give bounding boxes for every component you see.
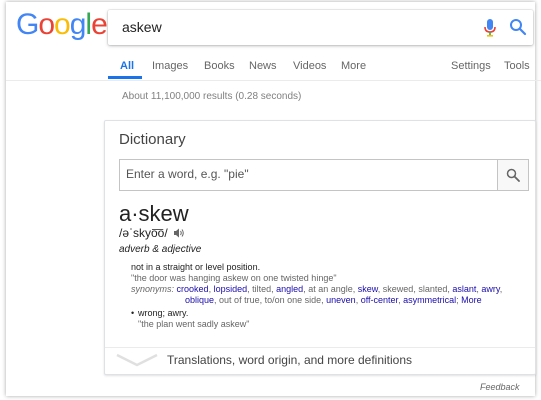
chevron-down-icon bbox=[116, 353, 158, 367]
more-synonyms-link[interactable]: More bbox=[461, 295, 482, 305]
tab-images[interactable]: Images bbox=[152, 60, 188, 72]
synonym-link[interactable]: uneven bbox=[326, 295, 356, 305]
part-of-speech: adverb & adjective bbox=[119, 244, 202, 255]
logo-letter: e bbox=[91, 8, 108, 41]
synonym-link[interactable]: asymmetrical bbox=[403, 295, 456, 305]
dictionary-search-field[interactable]: Enter a word, e.g. "pie" bbox=[119, 159, 529, 191]
synonym-link[interactable]: awry bbox=[481, 284, 499, 294]
tab-all[interactable]: All bbox=[120, 60, 134, 72]
bullet: • bbox=[131, 308, 135, 318]
more-definitions-footer[interactable]: Translations, word origin, and more defi… bbox=[105, 347, 535, 374]
pronunciation-text: /əˈskyo͞o/ bbox=[119, 226, 168, 240]
definition-text: wrong; awry. bbox=[138, 308, 189, 318]
synonym-text: skewed bbox=[382, 284, 414, 294]
active-tab-indicator bbox=[108, 76, 142, 79]
synonym-text: out of true bbox=[219, 295, 260, 305]
synonym-link[interactable]: angled bbox=[276, 284, 303, 294]
tab-news[interactable]: News bbox=[249, 60, 277, 72]
definition-sense-2: • wrong; awry. "the plan went sadly askew… bbox=[131, 308, 527, 330]
synonym-link[interactable]: off-center bbox=[361, 295, 398, 305]
logo-letter: o bbox=[54, 8, 71, 41]
tab-tools[interactable]: Tools bbox=[504, 60, 530, 72]
tab-books[interactable]: Books bbox=[204, 60, 235, 72]
speaker-icon[interactable] bbox=[174, 227, 185, 241]
search-icon bbox=[506, 168, 520, 182]
definition-line: • wrong; awry. bbox=[131, 308, 527, 319]
more-definitions-link[interactable]: Translations, word origin, and more defi… bbox=[167, 353, 412, 367]
logo-letter: G bbox=[16, 8, 39, 41]
synonym-link[interactable]: aslant bbox=[452, 284, 476, 294]
synonyms-label: synonyms: bbox=[131, 284, 175, 294]
synonym-text: to/on one side bbox=[264, 295, 322, 305]
search-input[interactable]: askew bbox=[122, 19, 162, 35]
synonyms-line-1: crooked, lopsided, tilted, angled, at an… bbox=[176, 284, 503, 294]
browser-frame: Google askew All Images Books News Video… bbox=[6, 2, 541, 396]
tab-more[interactable]: More bbox=[341, 60, 366, 72]
card-title: Dictionary bbox=[119, 131, 186, 148]
search-box[interactable]: askew bbox=[108, 10, 533, 45]
dictionary-card: Dictionary Enter a word, e.g. "pie" a·sk… bbox=[104, 120, 536, 375]
synonym-text: tilted bbox=[252, 284, 272, 294]
headword: a·skew bbox=[119, 201, 189, 226]
pronunciation: /əˈskyo͞o/ bbox=[119, 226, 185, 241]
synonym-link[interactable]: skew bbox=[358, 284, 378, 294]
definition-text: not in a straight or level position. bbox=[131, 262, 261, 272]
tab-videos[interactable]: Videos bbox=[293, 60, 326, 72]
synonym-text: slanted bbox=[418, 284, 448, 294]
mic-icon[interactable] bbox=[483, 19, 497, 37]
search-tabs: All Images Books News Videos More Settin… bbox=[108, 54, 538, 80]
logo-letter: o bbox=[38, 8, 55, 41]
feedback-link[interactable]: Feedback bbox=[480, 382, 520, 392]
synonyms-line-2: oblique, out of true, to/on one side, un… bbox=[185, 295, 482, 305]
definition-example: "the door was hanging askew on one twist… bbox=[131, 273, 337, 283]
tabs-divider bbox=[6, 80, 541, 81]
synonym-link[interactable]: lopsided bbox=[214, 284, 248, 294]
google-logo[interactable]: Google bbox=[16, 8, 108, 42]
results-stats: About 11,100,000 results (0.28 seconds) bbox=[122, 91, 302, 102]
definition-example: "the plan went sadly askew" bbox=[138, 319, 250, 329]
tab-settings[interactable]: Settings bbox=[451, 60, 491, 72]
synonym-link[interactable]: crooked bbox=[177, 284, 209, 294]
logo-letter: g bbox=[69, 8, 87, 41]
synonyms-list: synonyms: crooked, lopsided, tilted, ang… bbox=[131, 284, 527, 306]
dictionary-input-placeholder: Enter a word, e.g. "pie" bbox=[126, 167, 249, 181]
definition-sense-1: not in a straight or level position. "th… bbox=[131, 262, 527, 306]
search-icon[interactable] bbox=[509, 18, 527, 36]
synonym-link[interactable]: oblique bbox=[185, 295, 214, 305]
dictionary-search-button[interactable] bbox=[497, 160, 528, 190]
synonym-text: at an angle bbox=[308, 284, 353, 294]
